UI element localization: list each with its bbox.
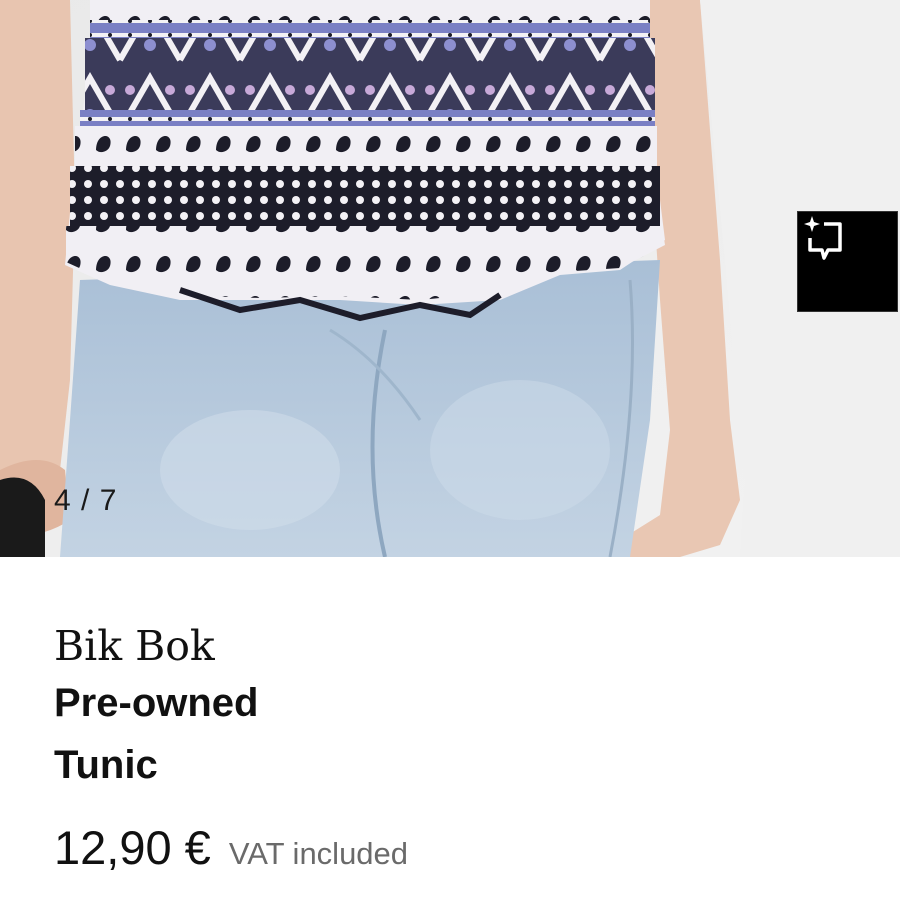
product-type: Tunic: [54, 743, 158, 787]
product-info: Bik Bok Pre-owned Tunic 12,90 € VAT incl…: [54, 620, 854, 875]
price: 12,90 €: [54, 821, 211, 874]
brand-name[interactable]: Bik Bok: [54, 620, 854, 672]
price-row: 12,90 € VAT included: [54, 820, 854, 875]
sparkle-crop-icon: [804, 216, 842, 260]
image-counter: 4 / 7: [54, 484, 118, 517]
product-image-gallery[interactable]: 4 / 7: [0, 0, 900, 557]
product-condition: Pre-owned: [54, 681, 259, 725]
product-photo: [0, 0, 900, 557]
vat-note: VAT included: [228, 836, 409, 871]
ai-crop-button[interactable]: [797, 211, 898, 312]
